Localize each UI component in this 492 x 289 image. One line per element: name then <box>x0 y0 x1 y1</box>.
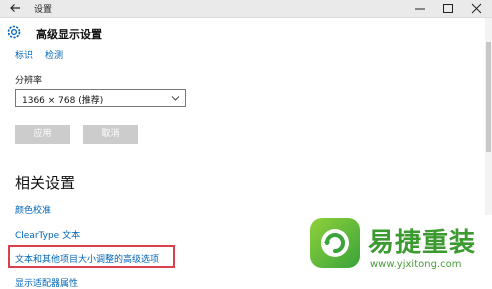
page-title: 高级显示设置 <box>36 28 102 41</box>
identify-link[interactable]: 标识 <box>15 48 33 61</box>
window-title: 设置 <box>34 5 53 15</box>
display-adapter-properties-link[interactable]: 显示适配器属性 <box>15 276 78 289</box>
color-calibration-link[interactable]: 颜色校准 <box>15 203 51 216</box>
chevron-down-icon <box>171 96 180 101</box>
cleartype-text-link[interactable]: ClearType 文本 <box>15 228 80 241</box>
cancel-button[interactable]: 取消 <box>83 125 138 144</box>
related-settings-heading: 相关设置 <box>15 174 76 192</box>
watermark-title: 易捷重装 <box>368 228 477 258</box>
title-bar: 设置 <box>0 0 492 18</box>
resolution-label: 分辨率 <box>15 76 43 86</box>
scrollbar-thumb[interactable] <box>486 42 491 152</box>
detect-link[interactable]: 检测 <box>45 48 63 61</box>
watermark-url: www.yjxitong.com <box>370 259 462 270</box>
back-arrow-icon[interactable] <box>8 1 22 15</box>
brand-logo-icon <box>310 218 360 268</box>
advanced-text-sizing-link[interactable]: 文本和其他项目大小调整的高级选项 <box>15 252 159 265</box>
gear-icon <box>7 25 21 39</box>
maximize-icon[interactable] <box>433 0 463 17</box>
resolution-dropdown[interactable]: 1366 × 768 (推荐) <box>15 89 186 107</box>
minimize-icon[interactable] <box>405 0 435 17</box>
resolution-value: 1366 × 768 (推荐) <box>22 96 104 106</box>
apply-button[interactable]: 应用 <box>15 125 70 144</box>
close-icon[interactable] <box>462 0 492 17</box>
